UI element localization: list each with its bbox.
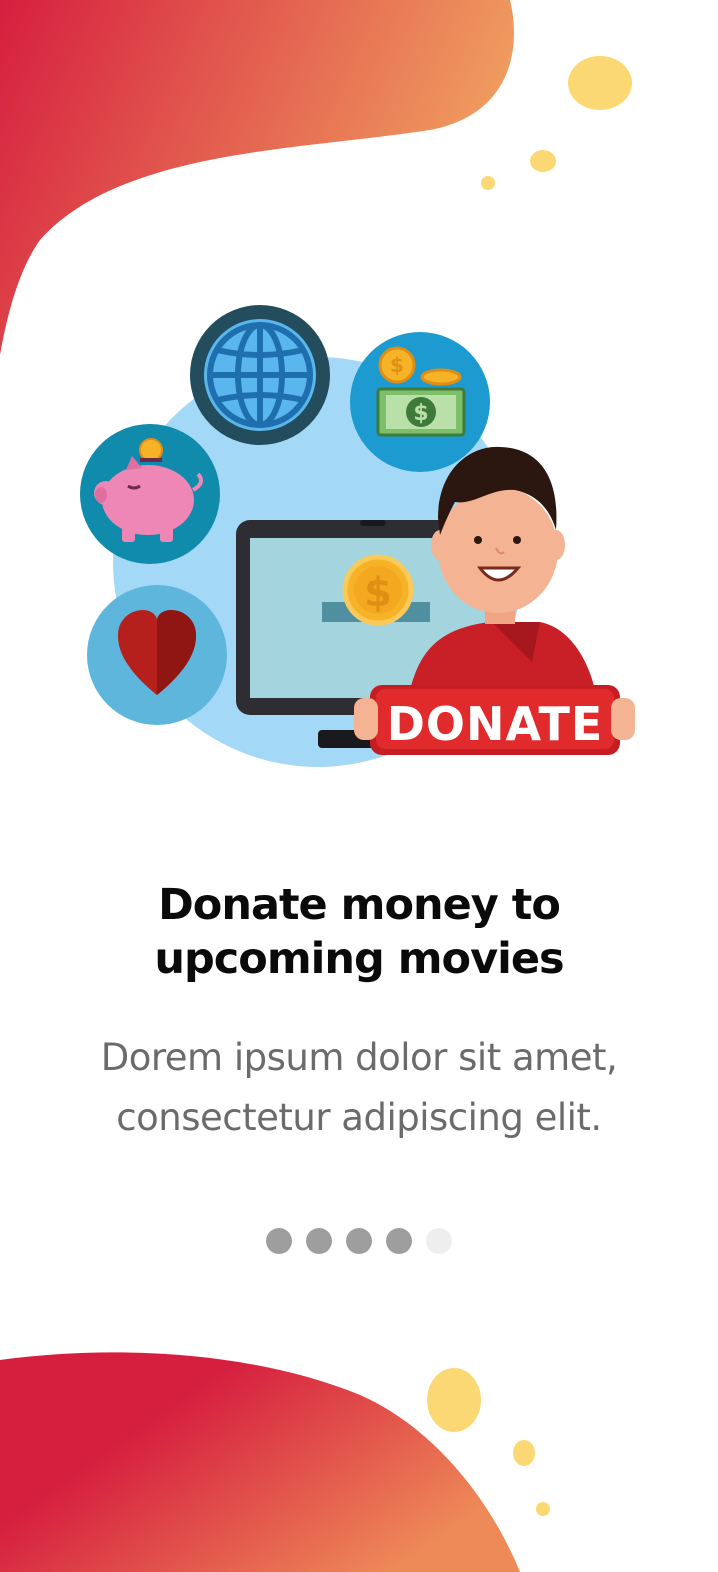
money-icon: $ $ <box>350 332 490 472</box>
page-indicator <box>0 1228 718 1256</box>
onboarding-description: Dorem ipsum dolor sit amet, consectetur … <box>0 1028 718 1148</box>
donate-sign: DONATE <box>354 685 635 755</box>
title-line-2: upcoming movies <box>154 934 564 984</box>
yellow-dot <box>530 150 556 172</box>
yellow-dot <box>481 176 495 190</box>
svg-text:DONATE: DONATE <box>387 697 604 751</box>
title-line-1: Donate money to <box>158 880 561 930</box>
onboarding-title: Donate money to upcoming movies <box>0 878 718 986</box>
page-dot[interactable] <box>346 1228 372 1254</box>
yellow-dot <box>568 56 632 110</box>
globe-icon <box>190 305 330 445</box>
donation-illustration: $ $ $ DONATE <box>80 305 635 767</box>
heart-icon <box>87 585 227 725</box>
yellow-dot <box>513 1440 535 1466</box>
piggy-bank-icon <box>80 424 220 564</box>
page-dot[interactable] <box>306 1228 332 1254</box>
onboarding-screen: $ $ $ DONATE Donate money to upcoming mo… <box>0 0 718 1572</box>
svg-text:$: $ <box>390 353 404 377</box>
yellow-dot <box>427 1368 481 1432</box>
description-line-1: Dorem ipsum dolor sit amet, <box>100 1036 618 1079</box>
page-dot[interactable] <box>386 1228 412 1254</box>
page-dot[interactable] <box>266 1228 292 1254</box>
yellow-dot <box>536 1502 550 1516</box>
description-line-2: consectetur adipiscing elit. <box>116 1096 602 1139</box>
coin-icon: $ <box>342 554 414 626</box>
page-dot[interactable] <box>426 1228 452 1254</box>
svg-text:$: $ <box>364 570 392 616</box>
svg-text:$: $ <box>413 401 428 426</box>
